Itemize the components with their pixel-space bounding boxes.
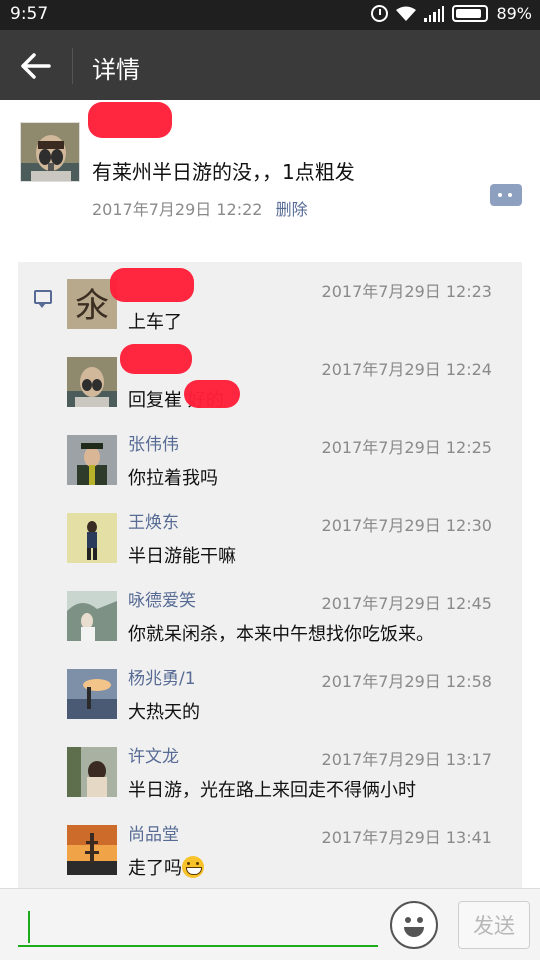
avatar[interactable] [20,122,80,182]
comment-input[interactable] [18,907,378,947]
signal-icon [424,5,445,22]
comment-time: 2017年7月29日 12:45 [321,594,492,613]
smiley-icon[interactable] [390,901,438,949]
comment-text: 上车了 [128,312,182,333]
status-time: 9:57 [10,4,49,24]
comment-author[interactable]: 许文龙 [128,742,179,767]
avatar[interactable] [67,357,117,407]
comment-author[interactable]: 杨兆勇/1 [128,664,196,689]
title-bar: 详情 [0,30,540,100]
post-content: 有莱州半日游的没，，1点粗发 [92,160,355,184]
avatar[interactable] [67,669,117,719]
comment-author[interactable]: 咏德爱笑 [128,586,196,611]
comment-author[interactable]: 王焕东 [128,508,179,533]
comment-more-icon[interactable] [490,184,522,206]
avatar[interactable] [67,513,117,563]
status-icons: 89% [371,4,532,23]
redaction-mark [110,268,194,302]
comments-panel: 氽 2017年7月29日 12:23 上车了 2017年7月29日 12:24 … [18,262,522,888]
battery-icon [452,5,489,22]
comment-item[interactable]: 尚品堂 2017年7月29日 13:41 走了吗 [18,812,522,888]
text-cursor [28,911,30,943]
comment-time: 2017年7月29日 12:58 [321,672,492,691]
send-button[interactable]: 发送 [458,901,530,949]
grinning-face-icon [182,856,204,878]
comment-item[interactable]: 杨兆勇/1 2017年7月29日 12:58 大热天的 [18,656,522,734]
alarm-icon [371,5,389,22]
page-title: 详情 [92,56,140,84]
redaction-mark [88,102,172,138]
comment-time: 2017年7月29日 13:41 [321,828,492,847]
comment-item[interactable]: 张伟伟 2017年7月29日 12:25 你拉着我吗 [18,422,522,500]
battery-percent: 89% [496,4,532,23]
comment-text: 大热天的 [128,702,200,723]
comment-text-content: 走了吗 [128,858,182,879]
avatar[interactable] [67,747,117,797]
comment-item[interactable]: 氽 2017年7月29日 12:23 上车了 [18,266,522,344]
comment-time: 2017年7月29日 13:17 [321,750,492,769]
avatar[interactable] [67,435,117,485]
comment-text: 半日游，光在路上来回走不得俩小时 [128,780,416,801]
svg-text:氽: 氽 [75,286,109,326]
comment-time: 2017年7月29日 12:23 [321,282,492,301]
arrow-left-icon[interactable] [20,52,52,80]
wifi-icon [396,6,417,22]
avatar[interactable] [67,591,117,641]
comment-item[interactable]: 王焕东 2017年7月29日 12:30 半日游能干嘛 [18,500,522,578]
comment-time: 2017年7月29日 12:25 [321,438,492,457]
battery-fill [456,9,482,18]
delete-link[interactable]: 删除 [276,200,308,219]
input-bar: 发送 [0,888,540,960]
comment-text: 你拉着我吗 [128,468,218,489]
comment-item[interactable]: 2017年7月29日 12:24 回复崔 好的 [18,344,522,422]
comment-author[interactable]: 张伟伟 [128,430,179,455]
comment-time: 2017年7月29日 12:24 [321,360,492,379]
comment-item[interactable]: 咏德爱笑 2017年7月29日 12:45 你就呆闲杀，本来中午想找你吃饭来。 [18,578,522,656]
avatar[interactable] [67,825,117,875]
comment-time: 2017年7月29日 12:30 [321,516,492,535]
redaction-mark [120,344,192,374]
comment-author[interactable]: 尚品堂 [128,820,179,845]
redaction-mark [184,380,240,408]
post-time: 2017年7月29日 12:22 [92,200,263,219]
post-meta: 2017年7月29日 12:22 删除 [92,196,308,220]
comment-text: 半日游能干嘛 [128,546,236,567]
comment-text: 走了吗 [128,854,204,880]
title-divider [72,48,73,84]
status-bar: 9:57 89% [0,0,540,30]
comment-text: 你就呆闲杀，本来中午想找你吃饭来。 [128,624,434,645]
comment-item[interactable]: 许文龙 2017年7月29日 13:17 半日游，光在路上来回走不得俩小时 [18,734,522,812]
